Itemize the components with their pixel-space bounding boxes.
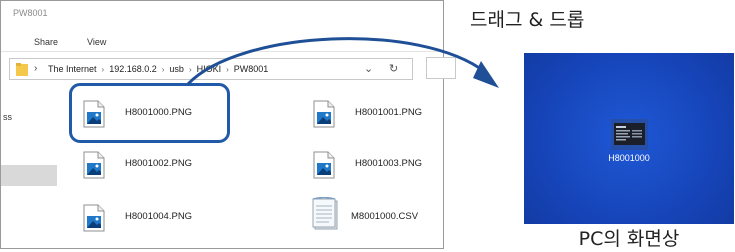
image-file-icon[interactable]	[611, 119, 648, 150]
file-item[interactable]: H8001004.PNG	[83, 204, 223, 238]
image-file-icon	[313, 100, 335, 128]
selection-highlight	[69, 83, 230, 143]
file-item[interactable]: H8001001.PNG	[313, 100, 443, 134]
file-name: H8001004.PNG	[125, 211, 193, 222]
chevron-right-icon[interactable]: ›	[34, 63, 37, 74]
navigation-pane: ss	[1, 85, 61, 248]
pc-screen-caption: PC의 화면상	[524, 224, 734, 252]
desktop-file-label: H8001000	[608, 153, 650, 163]
file-item[interactable]: H8001003.PNG	[313, 151, 443, 185]
chevron-right-icon: ›	[226, 65, 229, 74]
file-name: H8001001.PNG	[355, 107, 423, 118]
file-name: H8001002.PNG	[125, 158, 193, 169]
search-input[interactable]	[426, 57, 456, 79]
drag-drop-label: 드래그 & 드롭	[470, 9, 585, 31]
folder-icon	[16, 63, 28, 76]
window-title: PW8001	[13, 8, 48, 18]
file-name: M8001000.CSV	[351, 211, 419, 222]
chevron-right-icon: ›	[161, 65, 165, 74]
chevron-right-icon: ›	[101, 65, 105, 74]
tab-view[interactable]: View	[87, 37, 106, 47]
file-item[interactable]: M8001000.CSV	[311, 197, 443, 233]
ribbon: Share View	[1, 25, 443, 52]
nav-item-label[interactable]: ss	[3, 112, 12, 122]
breadcrumb: The Internet › 192.168.0.2 › usb › HIOKI › PW800…	[48, 64, 268, 74]
desktop-screen: H8001000	[524, 53, 734, 240]
refresh-icon[interactable]: ↻	[389, 62, 398, 75]
tab-share[interactable]: Share	[34, 37, 58, 47]
file-name: H8001003.PNG	[355, 158, 423, 169]
breadcrumb-item[interactable]: The Internet	[48, 64, 97, 74]
breadcrumb-item[interactable]: HIOKI	[197, 64, 222, 74]
chevron-down-icon[interactable]: ⌄	[364, 62, 373, 75]
nav-item-selected[interactable]	[1, 165, 57, 186]
file-explorer-window: PW8001 Share View › The Internet › 192.168…	[0, 0, 444, 249]
title-bar: PW8001	[1, 1, 443, 25]
file-item[interactable]: H8001002.PNG	[83, 151, 223, 185]
image-file-icon	[83, 151, 105, 179]
image-file-icon	[83, 204, 105, 232]
breadcrumb-item[interactable]: PW8001	[234, 64, 269, 74]
address-bar[interactable]: › The Internet › 192.168.0.2 › usb › HIOKI › PW8…	[9, 58, 413, 80]
address-row: › The Internet › 192.168.0.2 › usb › HIOKI › PW8…	[1, 56, 443, 82]
chevron-right-icon: ›	[188, 65, 192, 74]
breadcrumb-item[interactable]: usb	[169, 64, 184, 74]
csv-file-icon	[312, 197, 338, 230]
image-file-icon	[313, 151, 335, 179]
breadcrumb-item[interactable]: 192.168.0.2	[109, 64, 157, 74]
